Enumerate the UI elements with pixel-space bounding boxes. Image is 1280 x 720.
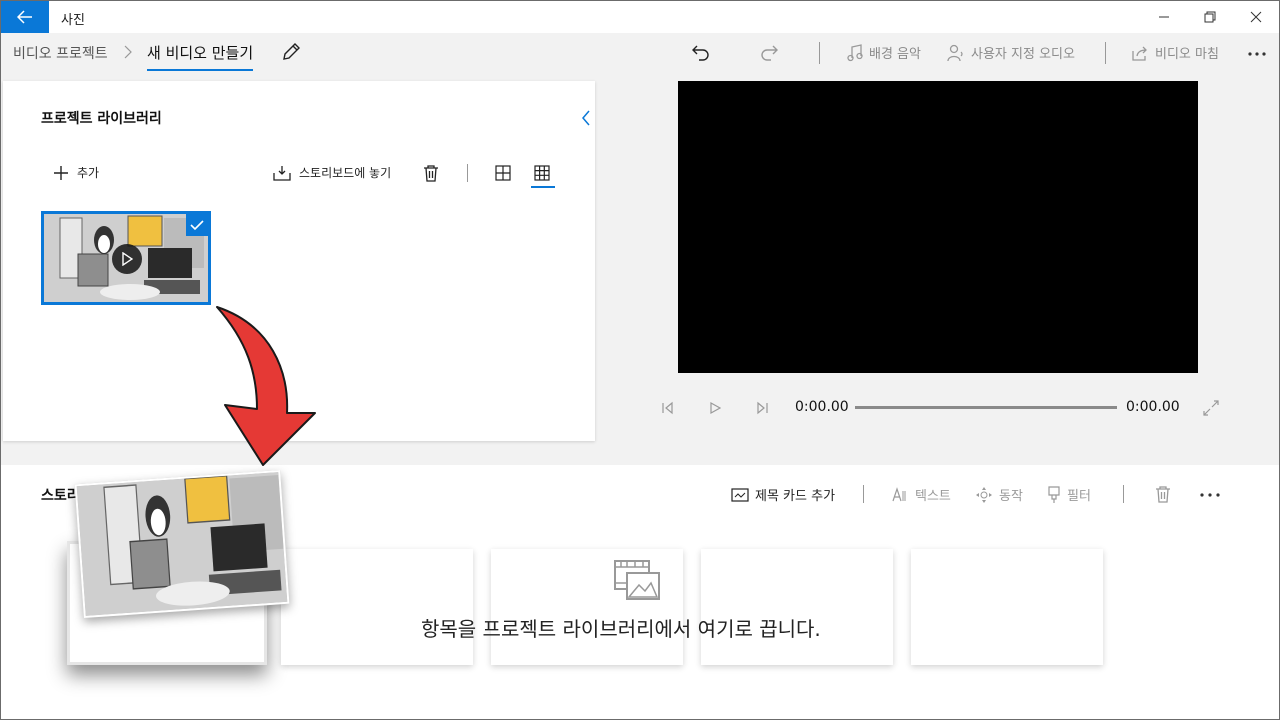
- filter-brush-icon: [1048, 485, 1060, 503]
- chevron-right-icon: [124, 45, 132, 59]
- text-button[interactable]: 텍스트: [891, 485, 951, 504]
- finish-video-button[interactable]: 비디오 마침: [1131, 43, 1219, 62]
- text-label: 텍스트: [915, 489, 951, 504]
- tray-download-icon: [273, 165, 291, 181]
- background-music-button[interactable]: 배경 음악: [847, 43, 921, 62]
- background-music-label: 배경 음악: [869, 47, 921, 62]
- small-grid-icon[interactable]: [534, 165, 550, 181]
- play-thumbnail-button[interactable]: [112, 244, 142, 274]
- add-button[interactable]: 추가: [53, 164, 99, 181]
- share-icon: [1132, 46, 1147, 61]
- person-audio-icon: [947, 44, 963, 61]
- separator: [1123, 485, 1124, 503]
- project-title[interactable]: 새 비디오 만들기: [147, 42, 254, 71]
- total-time: 0:00.00: [1126, 399, 1180, 415]
- command-bar: 비디오 프로젝트 새 비디오 만들기 배경 음악 사용자 지정 오디오 비디오 …: [1, 33, 1279, 73]
- add-title-card-button[interactable]: 제목 카드 추가: [731, 485, 835, 504]
- close-icon: [1250, 11, 1262, 23]
- add-label: 추가: [77, 166, 100, 180]
- next-frame-icon[interactable]: [757, 401, 769, 415]
- selected-view-indicator: [531, 186, 555, 188]
- large-grid-icon[interactable]: [495, 165, 511, 181]
- restore-button[interactable]: [1187, 1, 1233, 33]
- collapse-chevron-icon[interactable]: [581, 109, 591, 127]
- separator: [1105, 42, 1106, 64]
- video-thumbnail[interactable]: [41, 211, 211, 305]
- trash-icon[interactable]: [1155, 485, 1171, 503]
- music-note-icon: [847, 43, 863, 61]
- video-preview[interactable]: [678, 81, 1198, 373]
- title-card-icon: [731, 487, 749, 502]
- undo-icon[interactable]: [691, 43, 711, 63]
- dragged-video-thumbnail[interactable]: [74, 469, 290, 619]
- custom-audio-button[interactable]: 사용자 지정 오디오: [947, 43, 1075, 62]
- text-icon: [892, 486, 906, 501]
- trash-icon[interactable]: [423, 164, 439, 182]
- play-icon[interactable]: [709, 401, 721, 415]
- motion-label: 동작: [999, 489, 1023, 504]
- more-options-icon[interactable]: [1247, 51, 1267, 57]
- back-arrow-icon: [17, 10, 32, 24]
- motion-button[interactable]: 동작: [975, 485, 1023, 504]
- place-in-storyboard-label: 스토리보드에 놓기: [299, 166, 392, 180]
- redo-icon[interactable]: [759, 43, 779, 63]
- title-bar: 사진: [1, 1, 1279, 33]
- fullscreen-icon[interactable]: [1203, 400, 1219, 416]
- seek-bar[interactable]: [855, 406, 1117, 409]
- previous-frame-icon[interactable]: [661, 401, 673, 415]
- place-in-storyboard-button[interactable]: 스토리보드에 놓기: [273, 164, 391, 181]
- playback-controls: 0:00.00 0:00.00: [651, 397, 1231, 421]
- add-title-card-label: 제목 카드 추가: [755, 489, 836, 504]
- drop-hint-text: 항목을 프로젝트 라이브러리에서 여기로 끕니다.: [421, 617, 821, 641]
- motion-icon: [976, 486, 992, 503]
- restore-icon: [1204, 11, 1216, 23]
- minimize-button[interactable]: [1141, 1, 1187, 33]
- play-icon: [122, 252, 133, 266]
- filter-label: 필터: [1067, 489, 1091, 504]
- minimize-icon: [1159, 16, 1169, 18]
- project-library-title: 프로젝트 라이브러리: [41, 111, 162, 127]
- checkmark-icon: [190, 220, 204, 231]
- close-button[interactable]: [1233, 1, 1279, 33]
- media-placeholder-icon: [614, 560, 660, 600]
- separator: [819, 42, 820, 64]
- cartoon-scene-image: [76, 472, 288, 616]
- storyboard-slot[interactable]: [911, 549, 1103, 665]
- filter-button[interactable]: 필터: [1047, 485, 1091, 504]
- breadcrumb-video-projects[interactable]: 비디오 프로젝트: [13, 43, 108, 63]
- selected-checkbox[interactable]: [186, 214, 208, 236]
- storyboard-slot[interactable]: [281, 549, 473, 665]
- pencil-icon[interactable]: [281, 42, 301, 62]
- drag-direction-arrow-icon: [216, 306, 316, 466]
- custom-audio-label: 사용자 지정 오디오: [971, 47, 1075, 62]
- back-button[interactable]: [1, 1, 49, 33]
- storyboard-slot[interactable]: [701, 549, 893, 665]
- finish-video-label: 비디오 마침: [1155, 47, 1219, 62]
- separator: [863, 485, 864, 503]
- current-time: 0:00.00: [795, 399, 849, 415]
- app-title: 사진: [61, 13, 85, 28]
- more-options-icon[interactable]: [1199, 492, 1221, 498]
- plus-icon: [54, 165, 68, 180]
- separator: [467, 164, 468, 182]
